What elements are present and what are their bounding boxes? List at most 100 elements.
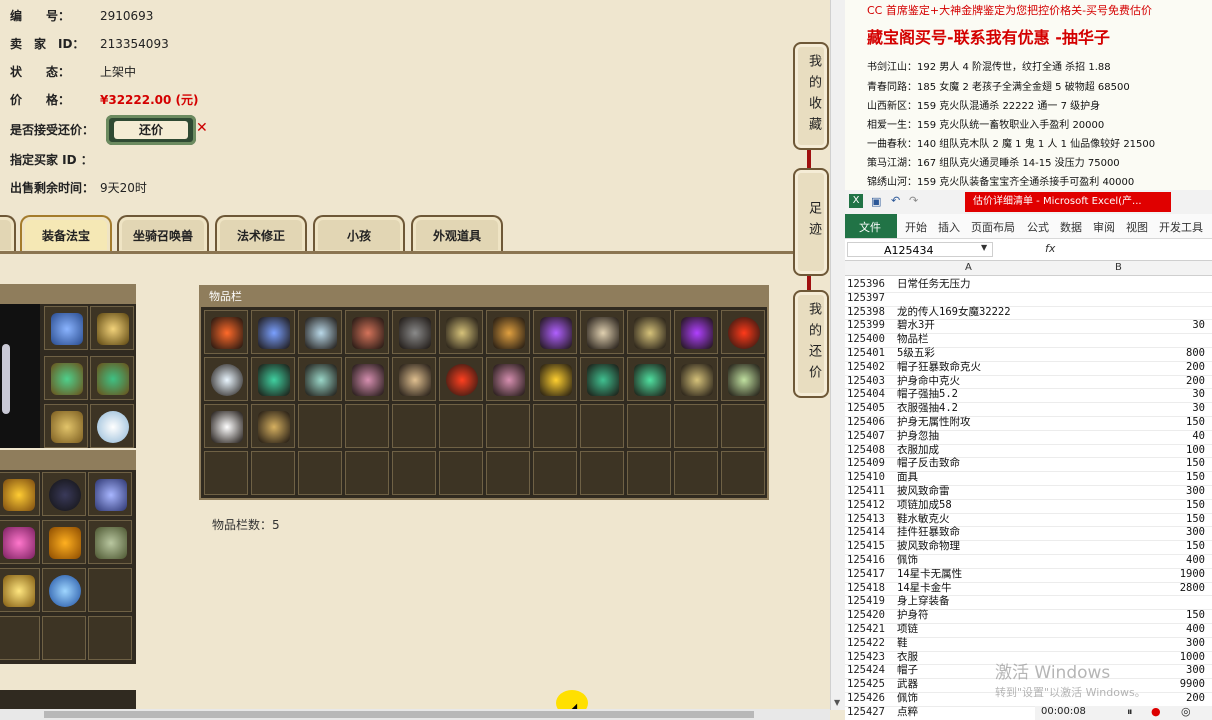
cell-a[interactable]: 日常任务无压力 xyxy=(897,278,1047,292)
cell-a[interactable]: 佩饰 xyxy=(897,554,1047,568)
sheet-row[interactable]: 125396 日常任务无压力 xyxy=(845,278,1212,293)
equip-slot[interactable] xyxy=(88,472,132,516)
tab-appearance[interactable]: 外观道具 xyxy=(411,215,503,253)
inventory-slot[interactable] xyxy=(580,451,624,495)
inventory-slot[interactable] xyxy=(486,357,530,401)
vertical-scrollbar[interactable]: ▼ xyxy=(830,0,845,710)
ribbon-file-tab[interactable]: 文件 xyxy=(845,214,897,238)
counter-offer-button[interactable]: 还价 xyxy=(106,115,196,145)
close-icon[interactable]: ✕ xyxy=(196,120,208,136)
inventory-slot[interactable] xyxy=(486,404,530,448)
column-b-header[interactable]: B xyxy=(1115,262,1122,273)
inventory-slot[interactable] xyxy=(627,357,671,401)
cell-a[interactable]: 5级五彩 xyxy=(897,347,1047,361)
cell-a[interactable]: 护身无属性附攻 xyxy=(897,416,1047,430)
inventory-slot[interactable] xyxy=(439,357,483,401)
inventory-slot[interactable] xyxy=(298,451,342,495)
cell-a[interactable]: 项链加成58 xyxy=(897,499,1047,513)
cell-a[interactable]: 衣服强抽4.2 xyxy=(897,402,1047,416)
cell-b[interactable]: 200 xyxy=(1045,361,1205,375)
inventory-slot[interactable] xyxy=(204,357,248,401)
cell-b[interactable]: 200 xyxy=(1045,375,1205,389)
inventory-slot[interactable] xyxy=(298,310,342,354)
cell-a[interactable]: 护身忽抽 xyxy=(897,430,1047,444)
equip-slot[interactable] xyxy=(0,616,40,660)
equip-slot[interactable] xyxy=(90,356,134,400)
cell-b[interactable]: 800 xyxy=(1045,347,1205,361)
cell-a[interactable]: 帽子强抽5.2 xyxy=(897,388,1047,402)
sheet-row[interactable]: 125414 挂件狂暴致命 300 xyxy=(845,526,1212,542)
cell-b[interactable]: 30 xyxy=(1045,319,1205,333)
inventory-slot[interactable] xyxy=(345,357,389,401)
sheet-row[interactable]: 125401 5级五彩 800 xyxy=(845,347,1212,362)
inventory-slot[interactable] xyxy=(251,310,295,354)
cell-b[interactable]: 150 xyxy=(1045,499,1205,513)
sheet-row[interactable]: 125418 14星卡金牛 2800 xyxy=(845,582,1212,597)
inventory-slot[interactable] xyxy=(204,404,248,448)
undo-icon[interactable]: ↶ xyxy=(891,194,900,207)
inventory-slot[interactable] xyxy=(580,310,624,354)
sheet-row[interactable]: 125411 披风致命雷 300 xyxy=(845,485,1212,500)
name-box[interactable]: A125434 xyxy=(847,242,993,257)
inventory-slot[interactable] xyxy=(345,310,389,354)
settings-icon[interactable]: ◎ xyxy=(1181,705,1191,718)
inventory-slot[interactable] xyxy=(627,310,671,354)
sheet-row[interactable]: 125419 身上穿装备 xyxy=(845,595,1212,611)
ribbon-tab-formulas[interactable]: 公式 xyxy=(1027,219,1049,235)
record-icon[interactable]: ● xyxy=(1151,705,1161,718)
ribbon-tab-home[interactable]: 开始 xyxy=(905,219,927,235)
side-tab-favorites[interactable]: 我的收藏 xyxy=(793,42,829,150)
equip-slot[interactable] xyxy=(44,404,88,448)
cell-b[interactable]: 400 xyxy=(1045,554,1205,568)
inventory-slot[interactable] xyxy=(721,357,765,401)
inventory-slot[interactable] xyxy=(486,451,530,495)
ribbon-tab-view[interactable]: 视图 xyxy=(1126,219,1148,235)
inventory-slot[interactable] xyxy=(627,404,671,448)
sheet-row[interactable]: 125410 面具 150 xyxy=(845,471,1212,486)
tab-equipment[interactable]: 装备法宝 xyxy=(20,215,112,253)
cell-b[interactable]: 40 xyxy=(1045,430,1205,444)
inventory-slot[interactable] xyxy=(251,404,295,448)
cell-a[interactable]: 面具 xyxy=(897,471,1047,485)
ribbon-tab-insert[interactable]: 插入 xyxy=(938,219,960,235)
sheet-row[interactable]: 125422 鞋 300 xyxy=(845,637,1212,652)
equip-slot[interactable] xyxy=(42,616,86,660)
horizontal-scrollbar[interactable] xyxy=(0,709,830,720)
sheet-row[interactable]: 125405 衣服强抽4.2 30 xyxy=(845,402,1212,417)
cell-a[interactable]: 披风致命雷 xyxy=(897,485,1047,499)
cell-b[interactable]: 30 xyxy=(1045,388,1205,402)
cell-b[interactable]: 1900 xyxy=(1045,568,1205,582)
inventory-slot[interactable] xyxy=(439,310,483,354)
cell-a[interactable]: 14星卡无属性 xyxy=(897,568,1047,582)
sheet-row[interactable]: 125400 物品栏 xyxy=(845,333,1212,348)
inventory-slot[interactable] xyxy=(345,451,389,495)
sheet-row[interactable]: 125406 护身无属性附攻 150 xyxy=(845,416,1212,431)
cell-b[interactable]: 2800 xyxy=(1045,582,1205,596)
tab-spells[interactable]: 法术修正 xyxy=(215,215,307,253)
inventory-slot[interactable] xyxy=(674,451,718,495)
inventory-slot[interactable] xyxy=(533,310,577,354)
column-a-header[interactable]: A xyxy=(965,262,972,273)
side-tab-history[interactable]: 足迹 xyxy=(793,168,829,276)
equip-slot[interactable] xyxy=(88,520,132,564)
inventory-slot[interactable] xyxy=(439,451,483,495)
cell-b[interactable]: 150 xyxy=(1045,457,1205,471)
inventory-slot[interactable] xyxy=(345,404,389,448)
cell-a[interactable]: 鞋水敏克火 xyxy=(897,513,1047,527)
cell-b[interactable]: 300 xyxy=(1045,526,1205,540)
inventory-slot[interactable] xyxy=(533,451,577,495)
cell-a[interactable]: 披风致命物理 xyxy=(897,540,1047,554)
cell-b[interactable]: 300 xyxy=(1045,485,1205,499)
name-box-dropdown-icon[interactable]: ▼ xyxy=(981,243,987,252)
equip-slot[interactable] xyxy=(0,472,40,516)
inventory-slot[interactable] xyxy=(580,357,624,401)
equip-slot[interactable] xyxy=(0,520,40,564)
tab-partial[interactable] xyxy=(0,215,16,253)
inventory-slot[interactable] xyxy=(204,310,248,354)
pause-icon[interactable]: ⏸ xyxy=(1127,705,1133,719)
inventory-slot[interactable] xyxy=(721,404,765,448)
sheet-row[interactable]: 125397 xyxy=(845,292,1212,307)
sheet-row[interactable]: 125399 碧水3开 30 xyxy=(845,319,1212,335)
equip-slot[interactable] xyxy=(44,356,88,400)
equip-slot[interactable] xyxy=(42,472,86,516)
